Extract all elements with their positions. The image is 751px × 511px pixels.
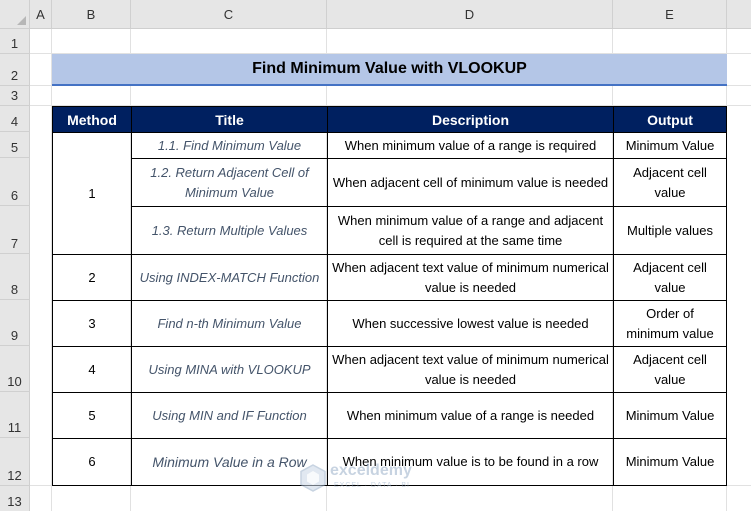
- row-header-10[interactable]: 10: [0, 346, 30, 392]
- row-header-1[interactable]: 1: [0, 29, 30, 54]
- description-cell[interactable]: When minimum value of a range is needed: [327, 392, 614, 439]
- column-header-a[interactable]: A: [30, 0, 52, 29]
- output-cell[interactable]: Adjacent cell value: [613, 254, 727, 301]
- description-cell[interactable]: When minimum value of a range and adjace…: [327, 206, 614, 255]
- row-header-6[interactable]: 6: [0, 158, 30, 206]
- row-header-13[interactable]: 13: [0, 486, 30, 511]
- description-cell[interactable]: When successive lowest value is needed: [327, 300, 614, 347]
- header-method[interactable]: Method: [52, 106, 132, 133]
- row-header-9[interactable]: 9: [0, 300, 30, 346]
- description-cell[interactable]: When adjacent text value of minimum nume…: [327, 254, 614, 301]
- title-cell[interactable]: Find n-th Minimum Value: [131, 300, 328, 347]
- method-cell-2[interactable]: 2: [52, 254, 132, 301]
- output-cell[interactable]: Minimum Value: [613, 392, 727, 439]
- column-header-e[interactable]: E: [613, 0, 727, 29]
- method-cell-6[interactable]: 6: [52, 438, 132, 486]
- method-cell-5[interactable]: 5: [52, 392, 132, 439]
- output-cell[interactable]: Adjacent cell value: [613, 158, 727, 207]
- title-cell[interactable]: 1.2. Return Adjacent Cell of Minimum Val…: [131, 158, 328, 207]
- header-description[interactable]: Description: [327, 106, 614, 133]
- header-title[interactable]: Title: [131, 106, 328, 133]
- row-header-3[interactable]: 3: [0, 86, 30, 106]
- description-cell[interactable]: When adjacent cell of minimum value is n…: [327, 158, 614, 207]
- row-header-2[interactable]: 2: [0, 54, 30, 86]
- column-header-c[interactable]: C: [131, 0, 327, 29]
- header-output[interactable]: Output: [613, 106, 727, 133]
- column-header-d[interactable]: D: [327, 0, 613, 29]
- output-cell[interactable]: Adjacent cell value: [613, 346, 727, 393]
- row-header-5[interactable]: 5: [0, 132, 30, 158]
- method-cell-4[interactable]: 4: [52, 346, 132, 393]
- title-cell[interactable]: 1.3. Return Multiple Values: [131, 206, 328, 255]
- select-all-triangle-icon: [17, 16, 26, 25]
- output-cell[interactable]: Minimum Value: [613, 132, 727, 159]
- row-header-8[interactable]: 8: [0, 254, 30, 300]
- output-cell[interactable]: Minimum Value: [613, 438, 727, 486]
- description-cell[interactable]: When adjacent text value of minimum nume…: [327, 346, 614, 393]
- title-cell[interactable]: 1.1. Find Minimum Value: [131, 132, 328, 159]
- row-header-12[interactable]: 12: [0, 438, 30, 486]
- row-header-11[interactable]: 11: [0, 392, 30, 438]
- method-cell-3[interactable]: 3: [52, 300, 132, 347]
- column-header-b[interactable]: B: [52, 0, 131, 29]
- title-cell[interactable]: Using INDEX-MATCH Function: [131, 254, 328, 301]
- output-cell[interactable]: Multiple values: [613, 206, 727, 255]
- row-header-4[interactable]: 4: [0, 106, 30, 132]
- select-all-corner[interactable]: [0, 0, 30, 29]
- row-header-7[interactable]: 7: [0, 206, 30, 254]
- method-cell-1[interactable]: 1: [52, 132, 132, 255]
- title-cell[interactable]: Minimum Value in a Row: [131, 438, 328, 486]
- title-cell[interactable]: Using MIN and IF Function: [131, 392, 328, 439]
- output-cell[interactable]: Order of minimum value: [613, 300, 727, 347]
- description-cell[interactable]: When minimum value of a range is require…: [327, 132, 614, 159]
- sheet-title-banner[interactable]: Find Minimum Value with VLOOKUP: [52, 54, 727, 86]
- description-cell[interactable]: When minimum value is to be found in a r…: [327, 438, 614, 486]
- title-cell[interactable]: Using MINA with VLOOKUP: [131, 346, 328, 393]
- column-header-f[interactable]: [727, 0, 751, 29]
